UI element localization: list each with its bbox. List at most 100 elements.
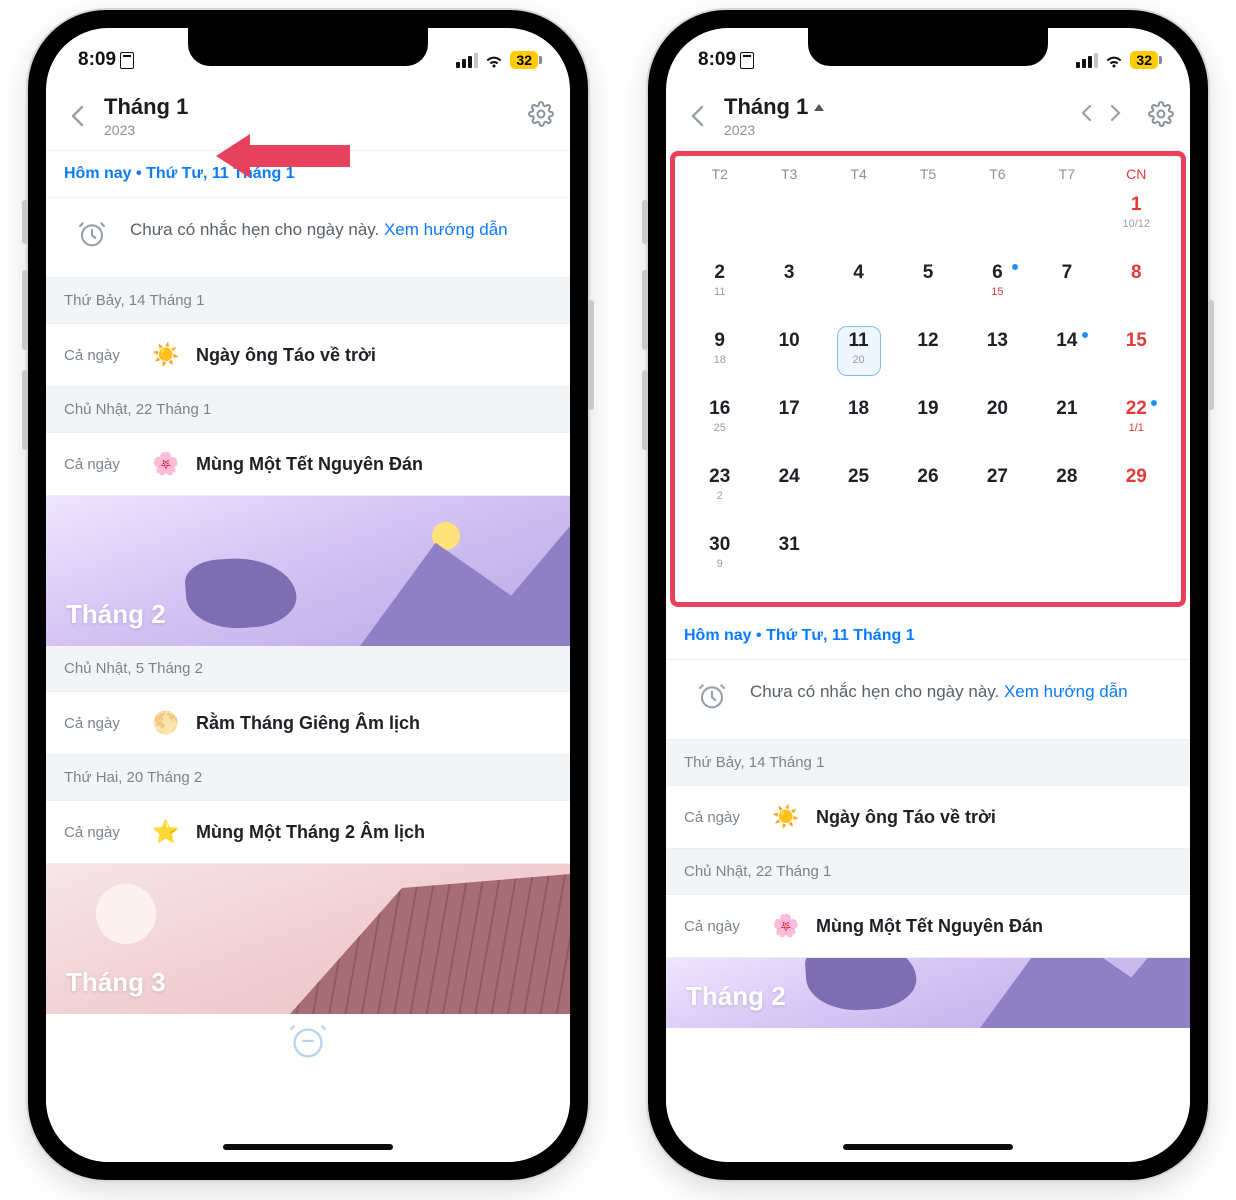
prev-month-button[interactable] (1080, 104, 1092, 128)
calendar-day[interactable]: 3 (754, 262, 823, 314)
wifi-icon (1104, 53, 1124, 68)
settings-button[interactable] (528, 101, 554, 132)
all-day-label: Cả ngày (64, 824, 136, 841)
day-header: Chủ Nhật, 22 Tháng 1 (666, 849, 1190, 895)
reminder-text: Chưa có nhắc hẹn cho ngày này. Xem hướng… (130, 218, 508, 243)
notch (808, 28, 1048, 66)
calendar-day[interactable]: 28 (1032, 466, 1101, 518)
event-icon: ☀️ (152, 342, 180, 368)
all-day-label: Cả ngày (64, 347, 136, 364)
calendar-day[interactable]: 8 (1102, 262, 1171, 314)
notch (188, 28, 428, 66)
month-label-mar: Tháng 3 (66, 967, 166, 998)
calendar-grid[interactable]: 110/12 21134561578 91810112012131415 162517… (675, 188, 1181, 602)
phone-right: 8:09 32 Tháng 1 2023 (648, 10, 1208, 1180)
calendar-day[interactable]: 18 (824, 398, 893, 450)
calendar-day[interactable]: 29 (1102, 466, 1171, 518)
annotation-arrow (216, 134, 350, 178)
calendar-day[interactable]: 211 (685, 262, 754, 314)
sim-icon (740, 52, 754, 69)
header-month: Tháng 1 (724, 94, 808, 120)
calendar-day[interactable]: 1625 (685, 398, 754, 450)
calendar-day[interactable]: 12 (893, 330, 962, 382)
settings-button[interactable] (1148, 101, 1174, 132)
header-title-block[interactable]: Tháng 1 2023 (724, 94, 1068, 138)
event-title: Mùng Một Tết Nguyên Đán (196, 454, 423, 475)
calendar-day[interactable]: 25 (824, 466, 893, 518)
event-row[interactable]: Cả ngày🌸Mùng Một Tết Nguyên Đán (46, 433, 570, 496)
reminder-row[interactable]: Chưa có nhắc hẹn cho ngày này. Xem hướng… (46, 198, 570, 278)
day-header: Chủ Nhật, 22 Tháng 1 (46, 387, 570, 433)
battery-badge: 32 (510, 51, 538, 69)
month-banner-feb[interactable]: Tháng 2 (666, 958, 1190, 1028)
calendar-day[interactable]: 1120 (824, 330, 893, 382)
back-button[interactable] (62, 105, 92, 127)
signal-icon (456, 53, 478, 68)
month-banner-mar[interactable]: Tháng 3 (46, 864, 570, 1014)
calendar-day[interactable]: 15 (1102, 330, 1171, 382)
alarm-peek-icon (46, 1014, 570, 1074)
home-indicator[interactable] (223, 1144, 393, 1150)
calendar-day[interactable]: 615 (963, 262, 1032, 314)
event-title: Mùng Một Tết Nguyên Đán (816, 916, 1043, 937)
home-indicator[interactable] (843, 1144, 1013, 1150)
battery-badge: 32 (1130, 51, 1158, 69)
event-icon: ⭐ (152, 819, 180, 845)
status-time: 8:09 (78, 49, 116, 71)
calendar-day[interactable]: 24 (754, 466, 823, 518)
alarm-icon (696, 680, 728, 717)
header-title-block[interactable]: Tháng 1 2023 (104, 94, 516, 138)
calendar-day[interactable]: 19 (893, 398, 962, 450)
month-label-feb: Tháng 2 (66, 599, 166, 630)
calendar-weekday-row: T2T3T4T5T6T7CN (675, 156, 1181, 188)
reminder-text: Chưa có nhắc hẹn cho ngày này. Xem hướng… (750, 680, 1128, 705)
all-day-label: Cả ngày (684, 809, 756, 826)
event-row[interactable]: Cả ngày☀️Ngày ông Táo về trời (46, 324, 570, 387)
header-month: Tháng 1 (104, 94, 188, 120)
header-year: 2023 (724, 122, 1068, 138)
reminder-link[interactable]: Xem hướng dẫn (1004, 682, 1128, 701)
sim-icon (120, 52, 134, 69)
calendar-day[interactable]: 110/12 (1102, 194, 1171, 246)
calendar-day[interactable]: 309 (685, 534, 754, 586)
all-day-label: Cả ngày (684, 918, 756, 935)
month-banner-feb[interactable]: Tháng 2 (46, 496, 570, 646)
calendar-day[interactable]: 17 (754, 398, 823, 450)
event-row[interactable]: Cả ngày☀️Ngày ông Táo về trời (666, 786, 1190, 849)
calendar-day[interactable]: 21 (1032, 398, 1101, 450)
calendar-day[interactable]: 20 (963, 398, 1032, 450)
next-month-button[interactable] (1110, 104, 1122, 128)
reminder-link[interactable]: Xem hướng dẫn (384, 220, 508, 239)
wifi-icon (484, 53, 504, 68)
today-bar[interactable]: Hôm nay • Thứ Tư, 11 Tháng 1 (666, 613, 1190, 660)
calendar-day[interactable]: 31 (754, 534, 823, 586)
signal-icon (1076, 53, 1098, 68)
back-button[interactable] (682, 105, 712, 127)
event-row[interactable]: Cả ngày🌕Rằm Tháng Giêng Âm lịch (46, 692, 570, 755)
calendar-day[interactable]: 5 (893, 262, 962, 314)
calendar-day[interactable]: 13 (963, 330, 1032, 382)
month-label-feb: Tháng 2 (686, 981, 786, 1012)
event-title: Mùng Một Tháng 2 Âm lịch (196, 822, 425, 843)
event-title: Ngày ông Táo về trời (816, 807, 996, 828)
reminder-row[interactable]: Chưa có nhắc hẹn cho ngày này. Xem hướng… (666, 660, 1190, 740)
calendar-day[interactable]: 232 (685, 466, 754, 518)
day-header: Thứ Hai, 20 Tháng 2 (46, 755, 570, 801)
event-icon: 🌕 (152, 710, 180, 736)
event-icon: 🌸 (152, 451, 180, 477)
dropdown-caret-icon (814, 104, 824, 111)
event-row[interactable]: Cả ngày🌸Mùng Một Tết Nguyên Đán (666, 895, 1190, 958)
calendar-day[interactable]: 27 (963, 466, 1032, 518)
day-header: Thứ Bảy, 14 Tháng 1 (46, 278, 570, 324)
calendar-day[interactable]: 26 (893, 466, 962, 518)
calendar-day[interactable]: 918 (685, 330, 754, 382)
calendar-day[interactable]: 7 (1032, 262, 1101, 314)
calendar-grid-highlight: T2T3T4T5T6T7CN 110/122113456157891810112… (670, 151, 1186, 607)
calendar-day[interactable]: 221/1 (1102, 398, 1171, 450)
event-dot-icon (1082, 332, 1088, 338)
calendar-day[interactable]: 4 (824, 262, 893, 314)
calendar-day[interactable]: 10 (754, 330, 823, 382)
day-header: Chủ Nhật, 5 Tháng 2 (46, 646, 570, 692)
event-row[interactable]: Cả ngày ⭐ Mùng Một Tháng 2 Âm lịch (46, 801, 570, 864)
calendar-day[interactable]: 14 (1032, 330, 1101, 382)
